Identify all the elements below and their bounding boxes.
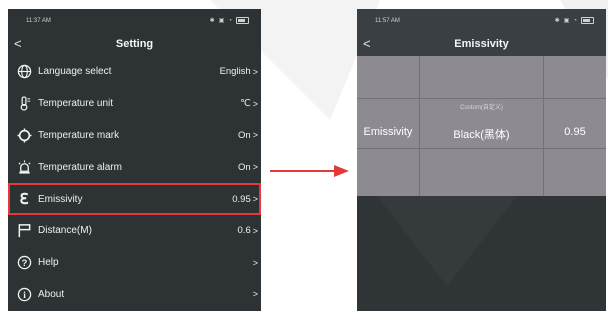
status-bar: 11:57 AM ✱ ▣ ◔ bbox=[357, 9, 606, 32]
page-title: Setting bbox=[115, 38, 154, 50]
header: < Setting bbox=[8, 32, 261, 56]
picker-divider bbox=[357, 98, 606, 99]
status-time: 11:37 AM bbox=[26, 17, 51, 24]
menu-item-label: Temperature alarm bbox=[38, 161, 122, 173]
menu-item-value: 0.95 bbox=[232, 193, 251, 205]
arrow-right-icon bbox=[270, 165, 349, 177]
bluetooth-icon: ✱ bbox=[209, 18, 215, 24]
question-circle-icon: ? bbox=[14, 255, 34, 270]
wifi-icon: ◔ bbox=[573, 17, 577, 24]
background-decoration bbox=[357, 196, 606, 311]
chevron-right-icon: > bbox=[252, 66, 258, 77]
status-bar: 11:37 AM ✱ ▣ ◔ bbox=[8, 9, 261, 32]
menu-item-label: Emissivity bbox=[38, 193, 83, 205]
emissivity-screen: 11:57 AM ✱ ▣ ◔ < Emissivity Custom(自定义) … bbox=[357, 9, 606, 311]
menu-item-value: ℃ bbox=[240, 98, 251, 110]
menu-item-label: Help bbox=[38, 257, 59, 269]
status-time: 11:57 AM bbox=[375, 17, 400, 24]
menu-item-language[interactable]: Language select English > bbox=[8, 56, 261, 88]
crosshair-icon bbox=[14, 128, 34, 143]
menu-item-emissivity[interactable]: ℇ Emissivity 0.95 > bbox=[8, 183, 261, 215]
svg-text:?: ? bbox=[21, 258, 27, 268]
menu-item-value: 0.6 bbox=[237, 225, 251, 237]
menu-item-value: English bbox=[219, 66, 251, 78]
menu-item-distance[interactable]: Distance(M) 0.6 > bbox=[8, 215, 261, 247]
svg-text:i: i bbox=[23, 291, 26, 301]
status-icons: ✱ ▣ ◔ bbox=[210, 17, 249, 24]
wifi-icon: ◔ bbox=[228, 17, 232, 24]
chevron-right-icon: > bbox=[252, 225, 258, 236]
chevron-right-icon: > bbox=[252, 257, 258, 268]
menu-item-temperature-alarm[interactable]: Temperature alarm On > bbox=[8, 151, 261, 183]
vibrate-icon: ▣ bbox=[218, 18, 225, 24]
chevron-right-icon: > bbox=[252, 194, 258, 205]
settings-screen: 11:37 AM ✱ ▣ ◔ < Setting Language select… bbox=[8, 9, 261, 311]
menu-item-value: On bbox=[238, 129, 251, 141]
chevron-right-icon: > bbox=[252, 289, 258, 300]
menu-item-temperature-unit[interactable]: Temperature unit ℃ > bbox=[8, 88, 261, 120]
battery-icon bbox=[236, 17, 249, 24]
info-circle-icon: i bbox=[14, 287, 34, 302]
chevron-right-icon: > bbox=[252, 162, 258, 173]
menu-item-help[interactable]: ? Help > bbox=[8, 247, 261, 279]
header: < Emissivity bbox=[357, 32, 606, 56]
picker-option-above[interactable]: Custom(自定义) bbox=[420, 102, 543, 111]
page-title: Emissivity bbox=[454, 38, 509, 50]
picker-option-selected[interactable]: Black(黑体) bbox=[420, 126, 543, 142]
picker-label: Emissivity bbox=[363, 126, 413, 138]
menu-item-label: Distance(M) bbox=[38, 225, 92, 237]
chevron-right-icon: > bbox=[252, 98, 258, 109]
flag-icon bbox=[14, 223, 34, 238]
picker-divider bbox=[357, 148, 606, 149]
status-icons: ✱ ▣ ◔ bbox=[555, 17, 594, 24]
menu-item-label: About bbox=[38, 288, 65, 300]
globe-icon bbox=[14, 64, 34, 79]
battery-icon bbox=[581, 17, 594, 24]
back-button[interactable]: < bbox=[363, 32, 371, 56]
epsilon-icon: ℇ bbox=[19, 190, 29, 209]
thermometer-icon bbox=[14, 96, 34, 111]
menu-item-label: Language select bbox=[38, 66, 112, 78]
emissivity-picker[interactable]: Custom(自定义) Emissivity Black(黑体) 0.95 bbox=[357, 56, 606, 196]
menu-item-label: Temperature mark bbox=[38, 129, 120, 141]
menu-item-label: Temperature unit bbox=[38, 98, 114, 110]
chevron-right-icon: > bbox=[252, 130, 258, 141]
menu-item-about[interactable]: i About > bbox=[8, 279, 261, 311]
back-button[interactable]: < bbox=[14, 32, 22, 56]
menu-item-value: On bbox=[238, 161, 251, 173]
vibrate-icon: ▣ bbox=[563, 18, 570, 24]
menu-item-temperature-mark[interactable]: Temperature mark On > bbox=[8, 120, 261, 152]
picker-value[interactable]: 0.95 bbox=[544, 126, 606, 138]
bluetooth-icon: ✱ bbox=[554, 18, 560, 24]
alarm-light-icon bbox=[14, 160, 34, 175]
settings-menu: Language select English > Temperature un… bbox=[8, 56, 261, 310]
